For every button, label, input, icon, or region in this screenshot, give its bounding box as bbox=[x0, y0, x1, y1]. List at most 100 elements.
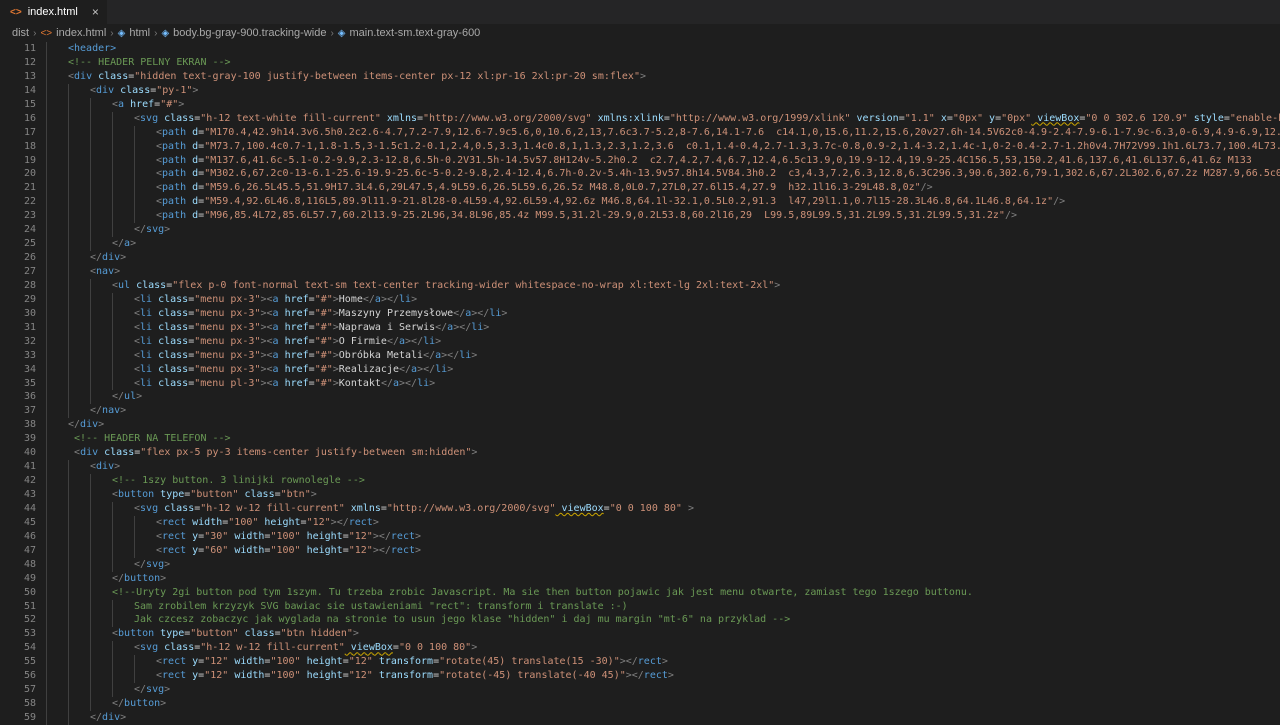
code-line[interactable]: 36 </ul> bbox=[0, 390, 1280, 405]
close-icon[interactable]: × bbox=[92, 5, 99, 19]
token: path bbox=[162, 126, 187, 138]
indent-guide bbox=[90, 195, 112, 210]
code-line[interactable]: 44 <svg class="h-12 w-12 fill-current" xm… bbox=[0, 501, 1280, 516]
code-line[interactable]: 26 </div> bbox=[0, 251, 1280, 265]
code-line[interactable]: 58 </button> bbox=[0, 697, 1280, 711]
code-line[interactable]: 13 <div class="hidden text-gray-100 justi… bbox=[0, 69, 1280, 84]
indent-guide bbox=[90, 571, 112, 586]
code-line[interactable]: 46 <rect y="30" width="100" height="12"><… bbox=[0, 529, 1280, 544]
code-line[interactable]: 14 <div class="py-1"> bbox=[0, 83, 1280, 98]
code-line[interactable]: 35 <li class="menu pl-3"><a href="#">Kont… bbox=[0, 376, 1280, 391]
indent-guide bbox=[46, 111, 68, 126]
token: d bbox=[186, 182, 199, 194]
code-content: <svg class="h-12 text-white fill-current… bbox=[46, 111, 1280, 126]
code-line[interactable]: 45 <rect width="100" height="12"></rect> bbox=[0, 515, 1280, 530]
token: Jak czcesz zobaczyc jak wyglada na stron… bbox=[134, 614, 791, 626]
code-line[interactable]: 55 <rect y="12" width="100" height="12" t… bbox=[0, 655, 1280, 670]
breadcrumb-item-main[interactable]: main.text-sm.text-gray-600 bbox=[349, 27, 480, 39]
code-editor[interactable]: 11 <header> 12 <!-- HEADER PELNY EKRAN --> 1… bbox=[0, 42, 1280, 725]
token: version bbox=[850, 112, 899, 124]
indent-guide bbox=[90, 334, 112, 349]
indent-guide bbox=[68, 97, 90, 112]
indent-guide bbox=[134, 181, 156, 196]
breadcrumb-item-body[interactable]: body.bg-gray-900.tracking-wide bbox=[173, 27, 326, 39]
breadcrumb-item-file[interactable]: index.html bbox=[56, 27, 106, 39]
code-line[interactable]: 41 <div> bbox=[0, 460, 1280, 475]
code-line[interactable]: 49 </button> bbox=[0, 571, 1280, 586]
code-line[interactable]: 22 <path d="M59.4,92.6L46.8,116L5,89.9l11… bbox=[0, 195, 1280, 210]
line-number: 34 bbox=[23, 363, 36, 375]
indent-guide bbox=[46, 515, 68, 530]
code-line[interactable]: 31 <li class="menu px-3"><a href="#">Napr… bbox=[0, 320, 1280, 335]
indent-guide bbox=[112, 195, 134, 210]
code-line[interactable]: 30 <li class="menu px-3"><a href="#">Masz… bbox=[0, 306, 1280, 321]
token: "h-12 w-12 fill-current" bbox=[200, 642, 345, 654]
line-number: 37 bbox=[23, 405, 36, 417]
code-line[interactable]: 40 <div class="flex px-5 py-3 items-cent… bbox=[0, 446, 1280, 461]
breadcrumb-item-html[interactable]: html bbox=[129, 27, 150, 39]
indent-guide bbox=[90, 209, 112, 224]
code-line[interactable]: 25 </a> bbox=[0, 237, 1280, 252]
code-line[interactable]: 48 </svg> bbox=[0, 557, 1280, 572]
indent-guide bbox=[112, 543, 134, 558]
token: rect bbox=[162, 530, 187, 542]
code-line[interactable]: 51 Sam zrobilem krzyzyk SVG bawiac sie us… bbox=[0, 599, 1280, 614]
line-number: 49 bbox=[23, 572, 36, 584]
token: "100" bbox=[270, 670, 301, 682]
code-line[interactable]: 43 <button type="button" class="btn"> bbox=[0, 488, 1280, 502]
code-line[interactable]: 24 </svg> bbox=[0, 223, 1280, 238]
token: ul bbox=[118, 279, 131, 291]
code-line[interactable]: 47 <rect y="60" width="100" height="12"><… bbox=[0, 543, 1280, 558]
token: svg bbox=[140, 642, 159, 654]
code-line[interactable]: 54 <svg class="h-12 w-12 fill-current" vi… bbox=[0, 641, 1280, 656]
token: class bbox=[92, 70, 129, 82]
indent-guide bbox=[134, 167, 156, 182]
code-line[interactable]: 12 <!-- HEADER PELNY EKRAN --> bbox=[0, 55, 1280, 70]
tab-index-html[interactable]: <> index.html × bbox=[0, 0, 108, 24]
code-line[interactable]: 23 <path d="M96,85.4L72,85.6L57.7,60.2l13… bbox=[0, 209, 1280, 224]
code-line[interactable]: 53 <button type="button" class="btn hidde… bbox=[0, 627, 1280, 642]
code-line[interactable]: 38 </div> bbox=[0, 418, 1280, 433]
code-line[interactable]: 50 <!--Uryty 2gi button pod tym 1szym. Tu… bbox=[0, 585, 1280, 600]
code-line[interactable]: 34 <li class="menu px-3"><a href="#">Real… bbox=[0, 362, 1280, 377]
token: href bbox=[278, 363, 309, 375]
token: > bbox=[120, 405, 127, 417]
indent-guide bbox=[134, 543, 156, 558]
token: href bbox=[278, 335, 309, 347]
code-line[interactable]: 17 <path d="M170.4,42.9h14.3v6.5h0.2c2.6-… bbox=[0, 125, 1280, 140]
token: > bbox=[435, 335, 442, 347]
code-line[interactable]: 33 <li class="menu px-3"><a href="#">Obró… bbox=[0, 348, 1280, 363]
code-line[interactable]: 56 <rect y="12" width="100" height="12" t… bbox=[0, 669, 1280, 684]
breadcrumb-item-dist[interactable]: dist bbox=[12, 27, 29, 39]
token: "60" bbox=[204, 544, 229, 556]
code-line[interactable]: 19 <path d="M137.6,41.6c-5.1-0.2-9.9,2.3-… bbox=[0, 153, 1280, 168]
indent-guide bbox=[46, 641, 68, 656]
indent-guide bbox=[68, 404, 90, 419]
indent-guide bbox=[90, 641, 112, 656]
code-line[interactable]: 15 <a href="#"> bbox=[0, 97, 1280, 112]
code-line[interactable]: 20 <path d="M302.6,67.2c0-13-6.1-25.6-19.… bbox=[0, 167, 1280, 182]
code-line[interactable]: 27 <nav> bbox=[0, 265, 1280, 279]
code-line[interactable]: 11 <header> bbox=[0, 42, 1280, 56]
code-line[interactable]: 37 </nav> bbox=[0, 404, 1280, 419]
indent-guide bbox=[68, 669, 90, 684]
line-number: 22 bbox=[23, 196, 36, 208]
code-line[interactable]: 52 Jak czcesz zobaczyc jak wyglada na str… bbox=[0, 613, 1280, 628]
code-line[interactable]: 16 <svg class="h-12 text-white fill-curre… bbox=[0, 111, 1280, 126]
code-line[interactable]: 29 <li class="menu px-3"><a href="#">Home… bbox=[0, 292, 1280, 307]
code-content: <button type="button" class="btn"> bbox=[46, 488, 317, 502]
indent-guide bbox=[46, 306, 68, 321]
code-line[interactable]: 21 <path d="M59.6,26.5L45.5,51.9H17.3L4.6… bbox=[0, 181, 1280, 196]
indent-guide bbox=[68, 111, 90, 126]
code-line[interactable]: 18 <path d="M73.7,100.4c0.7-1,1.8-1.5,3-1… bbox=[0, 139, 1280, 154]
code-line[interactable]: 28 <ul class="flex p-0 font-normal text-s… bbox=[0, 278, 1280, 293]
code-line[interactable]: 39 <!-- HEADER NA TELEFON --> bbox=[0, 432, 1280, 447]
token: "12" bbox=[348, 544, 373, 556]
code-content: <svg class="h-12 w-12 fill-current" view… bbox=[46, 641, 477, 656]
code-line[interactable]: 42 <!-- 1szy button. 3 linijki rownolegle… bbox=[0, 474, 1280, 488]
code-line[interactable]: 57 </svg> bbox=[0, 683, 1280, 698]
code-line[interactable]: 32 <li class="menu px-3"><a href="#">O Fi… bbox=[0, 334, 1280, 349]
indent-guide bbox=[112, 292, 134, 307]
line-number: 51 bbox=[23, 600, 36, 612]
code-line[interactable]: 59 </div> bbox=[0, 711, 1280, 725]
